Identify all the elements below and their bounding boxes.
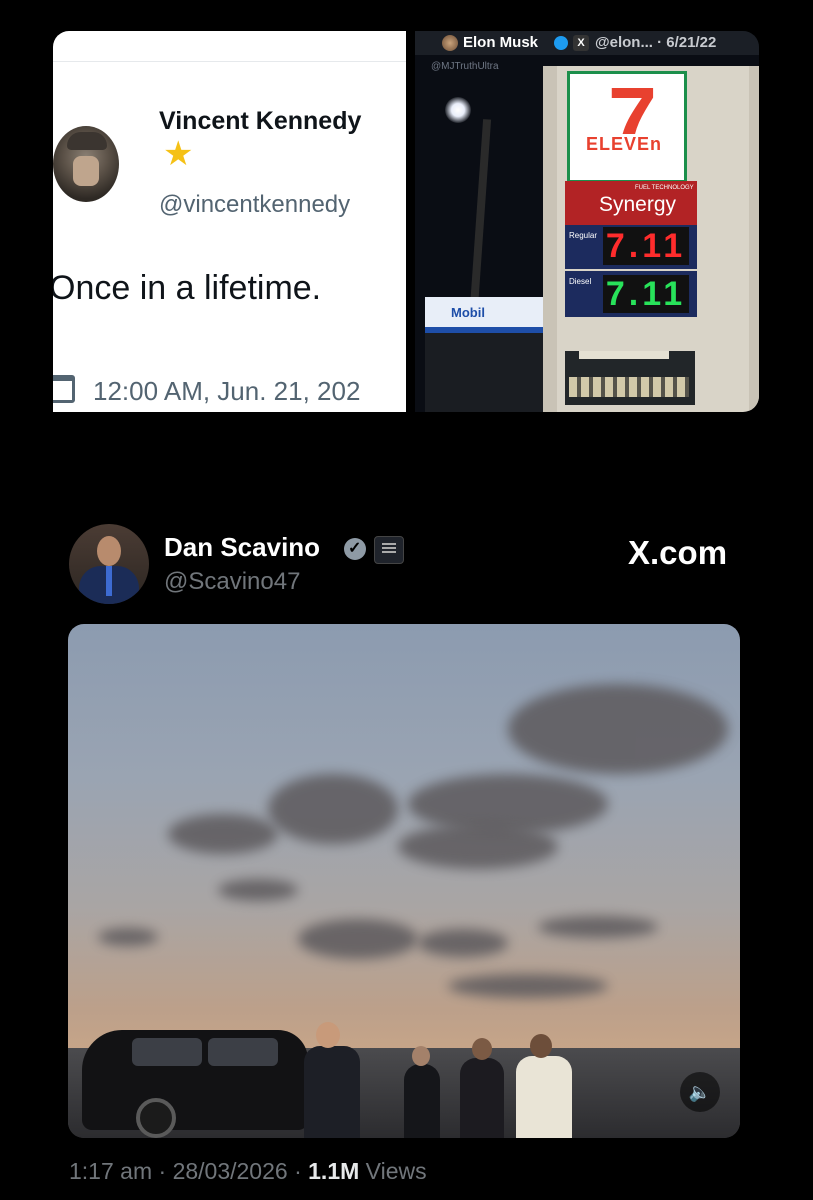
- station-structure: [425, 333, 555, 412]
- author-name[interactable]: Dan Scavino: [164, 532, 320, 563]
- person-head: [530, 1034, 552, 1058]
- avatar[interactable]: [69, 524, 149, 604]
- synergy-label: Synergy: [599, 193, 677, 216]
- x-logo-icon: X: [573, 35, 589, 51]
- cloud: [298, 919, 418, 959]
- diesel-price: 7.11: [603, 275, 689, 313]
- avatar[interactable]: [53, 126, 119, 202]
- synergy-panel: FUEL TECHNOLOGY Synergy: [565, 181, 697, 225]
- watermark: @MJTruthUltra: [431, 61, 499, 72]
- verified-icon: [344, 538, 366, 560]
- avatar: [442, 35, 458, 51]
- mobil-logo: Mobil: [451, 305, 485, 320]
- fuel-technology-label: FUEL TECHNOLOGY: [635, 185, 694, 191]
- avatar-head: [97, 536, 121, 566]
- car-wheel: [136, 1098, 176, 1138]
- separator: ·: [158, 1158, 167, 1184]
- views-count[interactable]: 1.1M: [308, 1158, 359, 1184]
- verified-icon: [554, 36, 568, 50]
- author-name[interactable]: Vincent Kennedy: [159, 107, 361, 136]
- cloud: [168, 814, 278, 854]
- cloud: [98, 928, 158, 946]
- author-name: Elon Musk: [463, 34, 539, 51]
- author-handle[interactable]: @Scavino47: [164, 568, 300, 596]
- separator: ·: [294, 1158, 302, 1184]
- elon-musk-photo-card[interactable]: Elon Musk X @elon... · 6/21/22 @MJTruthU…: [415, 31, 759, 412]
- video-player[interactable]: 🔈: [68, 624, 740, 1138]
- person: [460, 1058, 504, 1138]
- person-head: [472, 1038, 492, 1060]
- tweet-text: Once in a lifetime.: [53, 269, 322, 307]
- store-sign-band: [579, 351, 669, 359]
- handle-and-date: @elon... · 6/21/22: [595, 34, 717, 51]
- speaker-icon[interactable]: 🔈: [680, 1072, 720, 1112]
- photo-header: Elon Musk X @elon... · 6/21/22: [415, 31, 759, 55]
- black-suv: [82, 1030, 308, 1138]
- person-head: [316, 1022, 340, 1048]
- author-handle[interactable]: @vincentkennedy: [159, 191, 350, 219]
- person: [304, 1046, 360, 1138]
- avatar-tie: [106, 566, 112, 596]
- tweet-time: 1:17 am: [69, 1158, 153, 1184]
- tweet-meta: 1:17 am · 28/03/2026 · 1.1M Views: [69, 1158, 427, 1185]
- store-windows: [569, 377, 689, 397]
- seven-eleven-logo: 7 ELEVEn: [567, 69, 687, 183]
- logo-word: ELEVEn: [584, 134, 665, 155]
- views-label: Views: [365, 1158, 427, 1184]
- cloud: [508, 684, 728, 774]
- gas-station-canopy: [425, 297, 555, 333]
- store-front: [565, 351, 695, 405]
- person-head: [412, 1046, 430, 1066]
- car-window: [208, 1038, 278, 1066]
- x-com-wordmark: X.com: [628, 534, 728, 571]
- diesel-price-board: Diesel 7.11: [565, 271, 697, 317]
- street-lamp: [445, 97, 471, 123]
- tweet-timestamp: 12:00 AM, Jun. 21, 202: [93, 376, 361, 406]
- person: [516, 1056, 572, 1138]
- star-icon: ★: [163, 135, 194, 173]
- calendar-icon: [53, 375, 75, 403]
- divider: [53, 61, 406, 62]
- car-window: [132, 1038, 202, 1066]
- cloud: [448, 974, 608, 998]
- cloud: [218, 879, 298, 901]
- regular-label: Regular: [569, 231, 598, 240]
- affiliate-badge-icon[interactable]: [374, 536, 404, 564]
- regular-price-board: Regular 7.11: [565, 225, 697, 269]
- tweet-date: 28/03/2026: [172, 1158, 288, 1184]
- cloud: [418, 929, 508, 957]
- cloud: [268, 774, 398, 844]
- vincent-kennedy-tweet-card[interactable]: Vincent Kennedy ★ @vincentkennedy Once i…: [53, 31, 406, 412]
- diesel-label: Diesel: [569, 277, 592, 286]
- cloud: [398, 824, 558, 869]
- regular-price: 7.11: [603, 227, 689, 265]
- person: [404, 1064, 440, 1138]
- cloud: [538, 916, 658, 938]
